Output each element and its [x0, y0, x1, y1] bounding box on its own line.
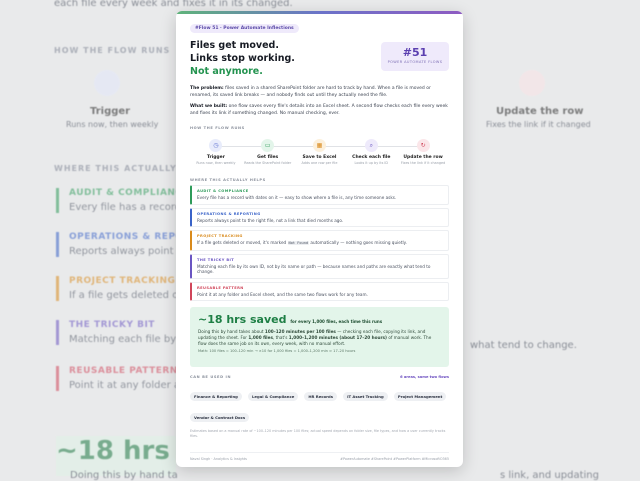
flow-step-name: Get files [257, 155, 279, 160]
help-card-project: PROJECT TRACKING If a file gets deleted … [190, 230, 449, 251]
flow-number-badge: #51 POWER AUTOMATE FLOWS [381, 42, 449, 71]
bg-trigger-title: Trigger [90, 106, 131, 117]
clock-icon: ◷ [209, 139, 223, 152]
flow-steps: ◷ Trigger Runs now, then weekly ▭ Get files R… [190, 136, 449, 170]
bg-card-audit: AUDIT & COMPLIANCE Every file has a reco… [56, 188, 192, 213]
time-saved-math: Math: 100 files = 100–120 min → ×10 for … [198, 349, 356, 354]
used-in-header: CAN BE USED IN 6 areas, same two flows [190, 375, 449, 379]
flow-step-desc: Fixes the link if it changed [400, 161, 446, 165]
folder-icon: ▭ [261, 139, 275, 152]
bg-update-desc: Fixes the link if it changed [486, 120, 591, 129]
chip-vendor: Vendor & Contract Docs [190, 413, 250, 422]
help-card-audit: AUDIT & COMPLIANCE Every file has a reco… [190, 185, 449, 205]
flow-step-name: Trigger [206, 155, 225, 160]
flow-step-name: Save to Excel [302, 155, 337, 160]
hashtags: #PowerAutomate #SharePoint #PowerPlatfor… [340, 457, 449, 461]
bg-update-title: Update the row [496, 106, 584, 117]
flow-step-desc: Adds one row per file [301, 161, 338, 165]
refresh-icon: ↻ [416, 139, 430, 152]
bg-clock-icon [94, 70, 120, 96]
infographic-card[interactable]: #Flow 51 · Power Automate Inflections #5… [176, 11, 463, 467]
flow-step-name: Check each file [352, 155, 391, 160]
author-name: Naval Singh · Analytics & Insights [190, 457, 247, 461]
where-section-title: WHERE THIS ACTUALLY HELPS [190, 178, 266, 182]
bg-bottom-text: Doing this by hand ta [70, 470, 178, 481]
footnote: Estimates based on a manual rate of ~100… [190, 429, 446, 438]
flow-step: ▦ Save to Excel Adds one row per file [294, 136, 346, 165]
flow-step-desc: Reads the SharePoint folder [244, 161, 292, 165]
table-icon: ▦ [313, 139, 326, 152]
bg-card-project: PROJECT TRACKING If a file gets deleted … [56, 276, 182, 301]
bg-card-tricky: THE TRICKY BIT Matching each file by it [56, 320, 186, 345]
help-card-operations: OPERATIONS & REPORTING Reports always po… [190, 207, 449, 227]
flow-step: ◷ Trigger Runs now, then weekly [190, 136, 242, 165]
how-section-title: HOW THE FLOW RUNS [190, 126, 245, 130]
help-cards: AUDIT & COMPLIANCE Every file has a reco… [190, 185, 449, 301]
problem-paragraph: The problem: files saved in a shared Sha… [190, 86, 431, 98]
flow-step-desc: Looks it up by its ID [354, 161, 389, 165]
help-card-tricky: THE TRICKY BIT Matching each file by its… [190, 253, 449, 279]
flow-tag: #Flow 51 · Power Automate Inflections [190, 24, 299, 33]
bg-bottom-tail: s link, and updating [500, 470, 599, 481]
help-card-reusable: REUSABLE PATTERN Point it at any folder … [190, 281, 449, 301]
chip-hr: HR Records [304, 392, 338, 401]
bg-refresh-icon [519, 70, 545, 96]
flow-step: ↻ Update the row Fixes the link if it chan… [397, 136, 449, 165]
time-saved-box: ~18 hrs saved for every 1,000 files, eac… [190, 307, 449, 367]
time-saved-text: Doing this by hand takes about 100–120 m… [198, 329, 432, 346]
not-found-code: Not Found [287, 241, 310, 245]
flow-step-name: Update the row [403, 155, 443, 160]
built-paragraph: What we built: one flow saves every file… [190, 104, 448, 116]
bg-top-text: each file every week and fixes it in its… [54, 0, 293, 9]
time-saved-headline: ~18 hrs saved for every 1,000 files, eac… [198, 313, 383, 326]
search-icon: ⌕ [364, 139, 378, 152]
chip-project-mgmt: Project Management [393, 392, 447, 401]
badge-label: POWER AUTOMATE FLOWS [387, 60, 443, 64]
card-footer: Naval Singh · Analytics & Insights #Powe… [190, 452, 449, 461]
bg-tricky-tail: what tend to change. [470, 340, 577, 351]
badge-number: #51 [402, 46, 428, 59]
chip-legal: Legal & Compliance [247, 392, 299, 401]
bg-trigger-desc: Runs now, then weekly [66, 120, 159, 129]
bg-card-reusable: REUSABLE PATTERN Point it at any folder … [56, 366, 180, 391]
chip-finance: Finance & Reporting [190, 392, 242, 401]
flow-step-desc: Runs now, then weekly [196, 161, 236, 165]
chip-it-asset: IT Asset Tracking [343, 392, 388, 401]
flow-step: ▭ Get files Reads the SharePoint folder [242, 136, 294, 165]
use-case-chips: Finance & Reporting Legal & Compliance H… [190, 383, 449, 425]
flow-step: ⌕ Check each file Looks it up by its ID [345, 136, 397, 165]
bg-section-how: HOW THE FLOW RUNS [54, 46, 171, 55]
